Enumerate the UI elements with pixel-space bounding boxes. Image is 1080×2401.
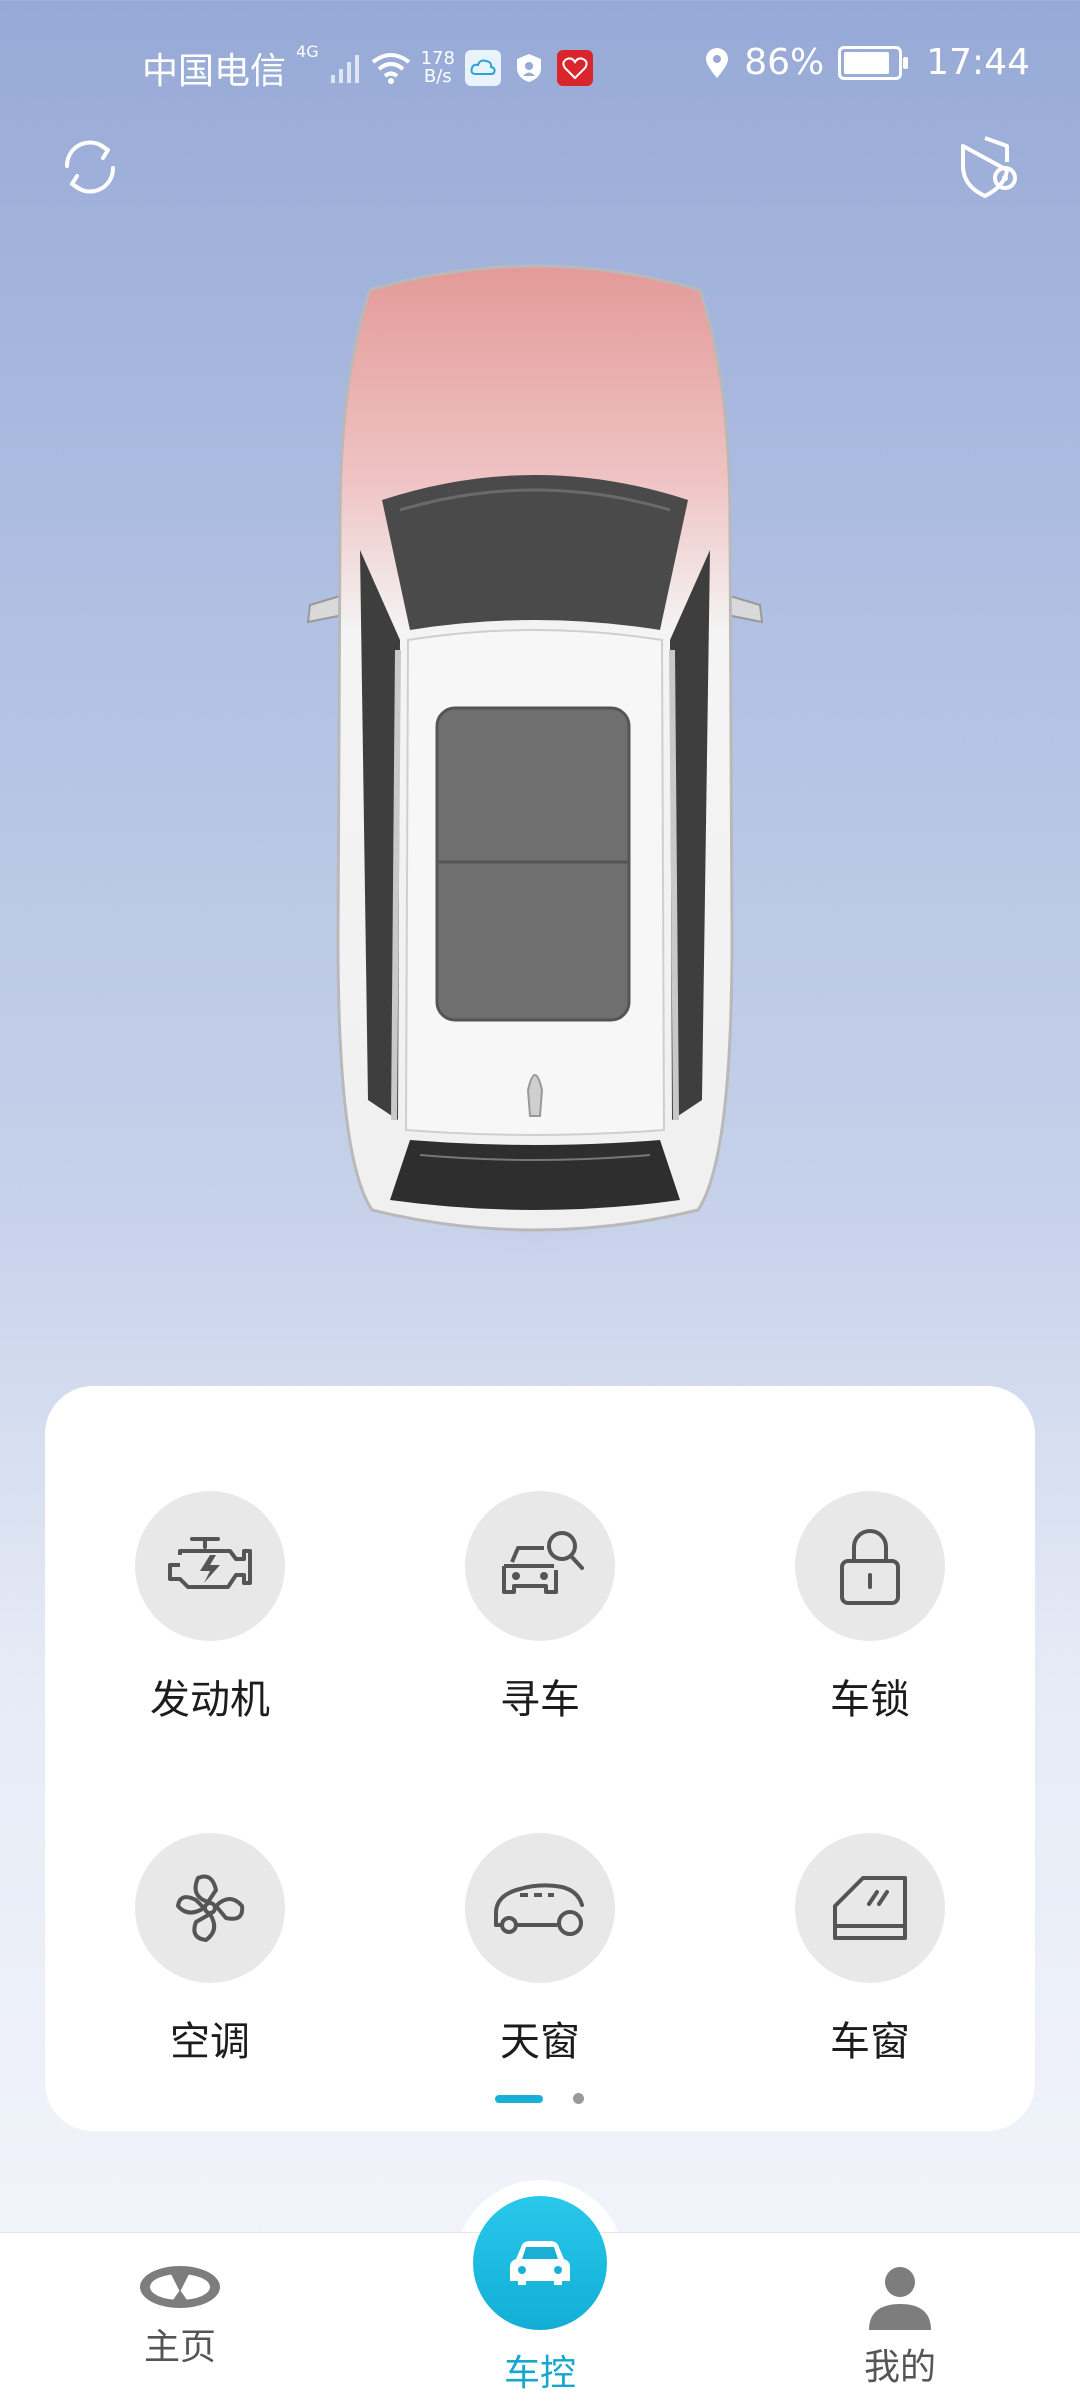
wifi-icon <box>371 53 410 84</box>
lock-icon <box>840 1529 900 1605</box>
sunroof-icon <box>494 1883 584 1936</box>
ac-button[interactable] <box>135 1833 285 1983</box>
fan-icon <box>176 1874 245 1942</box>
status-bar: 中国电信 4G 178 B/s 86% 17:44 <box>0 0 1080 130</box>
ac-control[interactable]: 空调 <box>45 1833 375 2067</box>
control-label: 车锁 <box>830 1677 910 1723</box>
lock-control[interactable]: 车锁 <box>705 1491 1035 1725</box>
shield-gear-icon <box>961 136 1017 198</box>
control-label: 寻车 <box>500 1677 580 1723</box>
window-button[interactable] <box>795 1833 945 1983</box>
battery-icon <box>838 45 909 80</box>
find-car-button[interactable] <box>465 1491 615 1641</box>
find-car-control[interactable]: 寻车 <box>375 1491 705 1725</box>
signal-icon <box>330 55 359 83</box>
control-grid: 发动机 寻车 车锁 空调 天窗 车窗 <box>45 1491 1035 2067</box>
shield-user-icon <box>511 50 547 86</box>
engine-button[interactable] <box>135 1491 285 1641</box>
control-label: 空调 <box>170 2019 250 2065</box>
nav-home-label: 主页 <box>143 2327 216 2368</box>
car-window-icon <box>833 1876 907 1940</box>
nav-control-label: 车控 <box>503 2353 576 2394</box>
brand-logo-icon <box>140 2266 220 2308</box>
nav-home[interactable]: 主页 <box>130 2262 230 2370</box>
network-type: 4G <box>296 42 319 61</box>
sunroof-button[interactable] <box>465 1833 615 1983</box>
engine-control[interactable]: 发动机 <box>45 1491 375 1725</box>
car-icon <box>510 2241 570 2285</box>
control-label: 天窗 <box>500 2019 580 2065</box>
page-indicator <box>495 2093 584 2104</box>
control-label: 发动机 <box>150 1677 270 1723</box>
battery-percent: 86% <box>744 42 825 83</box>
find-car-icon <box>502 1531 584 1594</box>
control-label: 车窗 <box>830 2019 910 2065</box>
lock-button[interactable] <box>795 1491 945 1641</box>
cloud-app-icon <box>464 50 501 86</box>
network-speed: 178 B/s <box>421 50 455 86</box>
nav-mine-label: 我的 <box>863 2347 936 2388</box>
refresh-icon <box>64 140 116 194</box>
window-control[interactable]: 车窗 <box>705 1833 1035 2067</box>
nav-mine[interactable]: 我的 <box>850 2262 950 2390</box>
car-illustration <box>306 264 764 1260</box>
clock: 17:44 <box>926 42 1030 83</box>
page-dot-active[interactable] <box>495 2094 543 2103</box>
carrier-label: 中国电信 <box>142 51 287 92</box>
engine-icon <box>168 1537 252 1589</box>
vehicle-control-card: 发动机 寻车 车锁 空调 天窗 车窗 <box>45 1386 1035 2131</box>
heart-app-icon <box>556 50 593 86</box>
user-icon <box>869 2267 931 2330</box>
location-icon <box>706 47 729 78</box>
refresh-button[interactable] <box>55 132 125 202</box>
speed-unit: B/s <box>423 66 452 87</box>
sunroof-control[interactable]: 天窗 <box>375 1833 705 2067</box>
security-settings-button[interactable] <box>955 132 1025 202</box>
nav-control-button[interactable] <box>473 2196 607 2330</box>
page-dot[interactable] <box>573 2093 584 2104</box>
